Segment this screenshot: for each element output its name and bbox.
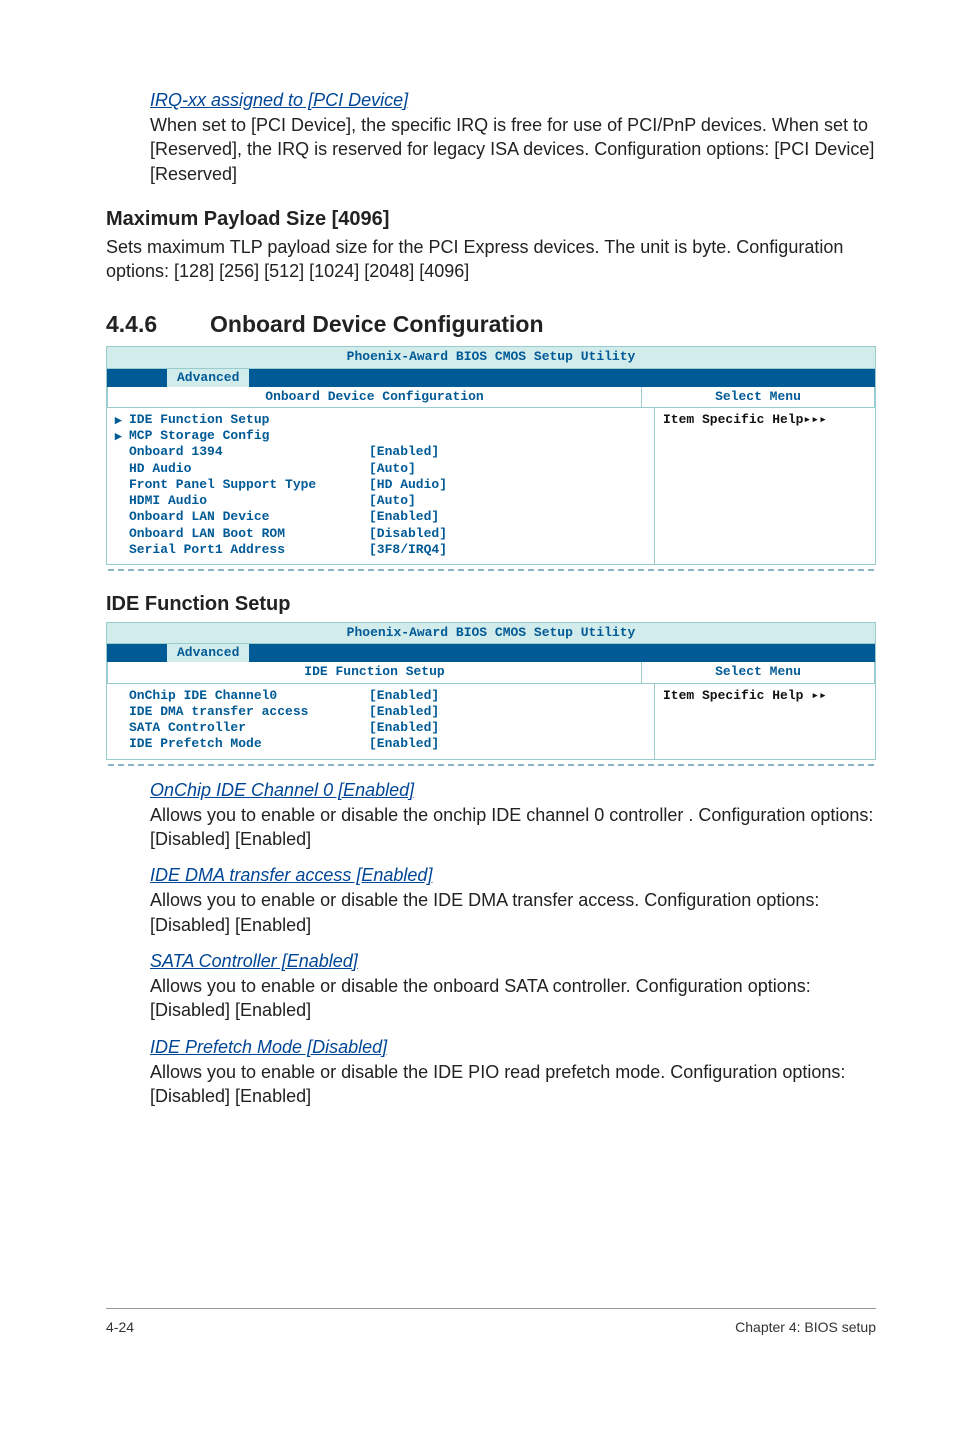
bios2-row-label[interactable]: OnChip IDE Channel0 [129,688,369,704]
desc-text: Allows you to enable or disable the IDE … [150,1060,876,1109]
bios1-help-panel: Item Specific Help▸▸▸ [655,408,875,564]
triangle-right-icon: ▸ [115,412,129,428]
bios2-tab-row: Advanced [107,644,875,662]
section-heading: 4.4.6Onboard Device Configuration [106,311,876,338]
bios1-row-value[interactable]: [Disabled] [369,526,646,542]
bios2-row-label[interactable]: SATA Controller [129,720,369,736]
desc-heading: IDE Prefetch Mode [Disabled] [150,1037,876,1058]
bios1-row-label[interactable]: HDMI Audio [129,493,369,509]
page-footer: 4-24 Chapter 4: BIOS setup [106,1308,876,1335]
max-payload-text: Sets maximum TLP payload size for the PC… [106,235,876,284]
desc-heading: SATA Controller [Enabled] [150,951,876,972]
bios1-row-label[interactable]: IDE Function Setup [129,412,369,428]
bios2-tab-advanced[interactable]: Advanced [167,644,249,662]
ide-function-setup-heading: IDE Function Setup [106,593,876,616]
desc-text: Allows you to enable or disable the IDE … [150,888,876,937]
bios2-subheader-left: IDE Function Setup [107,662,642,683]
footer-chapter: Chapter 4: BIOS setup [735,1319,876,1335]
cutoff-divider [108,764,874,766]
bios1-tab-row: Advanced [107,369,875,387]
desc-text: Allows you to enable or disable the onch… [150,803,876,852]
irq-text: When set to [PCI Device], the specific I… [150,113,876,186]
bios1-row-value[interactable]: [Auto] [369,461,646,477]
bios1-tab-advanced[interactable]: Advanced [167,369,249,387]
bios1-row-value[interactable]: [Auto] [369,493,646,509]
bios1-row-label[interactable]: Serial Port1 Address [129,542,369,558]
bios2-row-label[interactable]: IDE DMA transfer access [129,704,369,720]
bios1-row-value [369,428,646,444]
bios1-row-value[interactable]: [Enabled] [369,509,646,525]
bios1-title: Phoenix-Award BIOS CMOS Setup Utility [107,347,875,368]
bios1-row-value [369,412,646,428]
bios1-row-label[interactable]: Onboard LAN Boot ROM [129,526,369,542]
section-title: Onboard Device Configuration [210,311,544,337]
section-number: 4.4.6 [106,311,210,338]
bios1-row-label[interactable]: Front Panel Support Type [129,477,369,493]
bios2-content-left: OnChip IDE Channel0[Enabled] IDE DMA tra… [107,684,655,759]
bios1-row-label[interactable]: Onboard LAN Device [129,509,369,525]
footer-page-number: 4-24 [106,1319,134,1335]
bios1-subheader-left: Onboard Device Configuration [107,387,642,408]
bios1-subheader-right: Select Menu [642,387,875,408]
triangle-right-icon: ▸ [115,428,129,444]
bios1-row-label[interactable]: HD Audio [129,461,369,477]
cutoff-divider [108,569,874,571]
bios1-row-label[interactable]: MCP Storage Config [129,428,369,444]
desc-heading: OnChip IDE Channel 0 [Enabled] [150,780,876,801]
bios2-row-value[interactable]: [Enabled] [369,688,646,704]
bios2-row-value[interactable]: [Enabled] [369,720,646,736]
bios1-row-value[interactable]: [Enabled] [369,444,646,460]
irq-heading: IRQ-xx assigned to [PCI Device] [150,90,876,111]
bios1-content-left: ▸IDE Function Setup ▸MCP Storage Config … [107,408,655,564]
bios1-row-value[interactable]: [3F8/IRQ4] [369,542,646,558]
bios2-title: Phoenix-Award BIOS CMOS Setup Utility [107,623,875,644]
max-payload-heading: Maximum Payload Size [4096] [106,208,876,231]
desc-text: Allows you to enable or disable the onbo… [150,974,876,1023]
bios-onboard-device-config: Phoenix-Award BIOS CMOS Setup Utility Ad… [106,346,876,565]
bios2-help-panel: Item Specific Help ▸▸ [655,684,875,759]
bios2-row-value[interactable]: [Enabled] [369,736,646,752]
bios1-row-label[interactable]: Onboard 1394 [129,444,369,460]
bios1-row-value[interactable]: [HD Audio] [369,477,646,493]
bios2-subheader-right: Select Menu [642,662,875,683]
desc-heading: IDE DMA transfer access [Enabled] [150,865,876,886]
bios-ide-function-setup: Phoenix-Award BIOS CMOS Setup Utility Ad… [106,622,876,760]
bios2-row-label[interactable]: IDE Prefetch Mode [129,736,369,752]
bios2-row-value[interactable]: [Enabled] [369,704,646,720]
